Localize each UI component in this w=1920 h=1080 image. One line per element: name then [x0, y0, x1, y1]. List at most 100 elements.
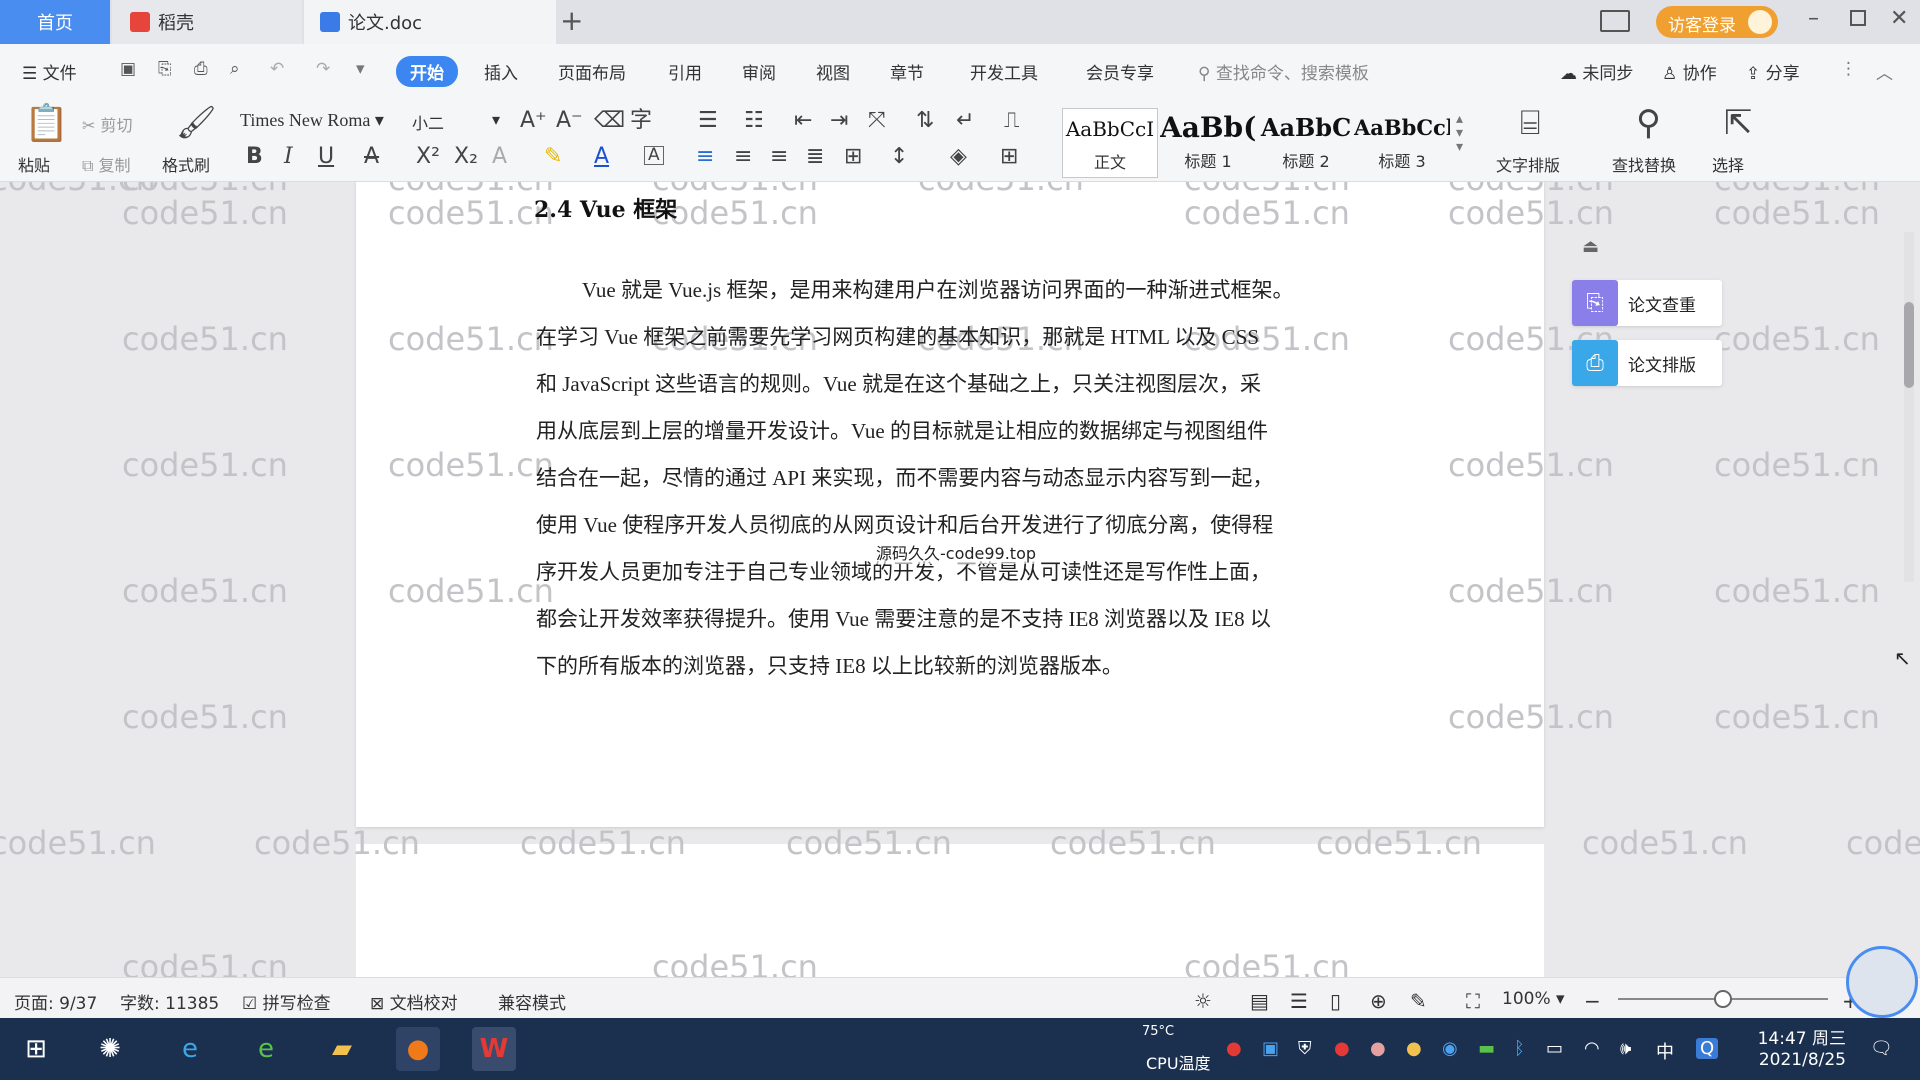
- style-heading-3[interactable]: AaBbCcl 标题 3: [1354, 108, 1450, 178]
- paper-layout-button[interactable]: ⎙ 论文排版: [1572, 340, 1722, 386]
- menu-dev-tools[interactable]: 开发工具: [970, 59, 1038, 84]
- clock-date[interactable]: 2021/8/25: [1746, 1050, 1846, 1070]
- scrollbar-track[interactable]: [1904, 232, 1914, 582]
- tray-app-icon[interactable]: ●: [1334, 1038, 1350, 1059]
- page-counter[interactable]: 页面: 9/37: [14, 989, 97, 1014]
- paragraph-line[interactable]: 和 JavaScript 这些语言的规则。Vue 就是在这个基础之上，只关注视图…: [536, 368, 1366, 398]
- tab-home[interactable]: 首页: [0, 0, 110, 44]
- eye-protection-icon[interactable]: ☼: [1194, 989, 1212, 1013]
- paragraph-line[interactable]: 使用 Vue 使程序开发人员彻底的从网页设计和后台开发进行了彻底分离，使得程: [536, 509, 1366, 539]
- page-view-icon[interactable]: ▤: [1250, 989, 1269, 1013]
- font-size-select[interactable]: 小二 ▾: [412, 110, 504, 134]
- paragraph-line[interactable]: 用从底层到上层的增量开发设计。Vue 的目标就是让相应的数据绑定与视图组件: [536, 415, 1366, 445]
- zoom-slider-knob[interactable]: [1714, 990, 1732, 1008]
- bullet-list-icon[interactable]: ☰: [698, 110, 718, 132]
- customize-toolbar-icon[interactable]: ▾: [356, 59, 365, 79]
- shading-icon[interactable]: ◈: [950, 146, 967, 168]
- numbered-list-icon[interactable]: ☷: [744, 110, 764, 132]
- print-preview-icon[interactable]: ⌕: [230, 59, 240, 79]
- section-heading[interactable]: 2.4 Vue 框架: [534, 192, 677, 224]
- web-view-icon[interactable]: ⊕: [1370, 989, 1387, 1013]
- tab-stops-icon[interactable]: ⎍: [1004, 110, 1019, 132]
- text-effect-icon[interactable]: A: [492, 146, 507, 168]
- layout-toggle-icon[interactable]: [1600, 10, 1630, 32]
- paper-check-button[interactable]: ⎘ 论文查重: [1572, 280, 1722, 326]
- paragraph-line[interactable]: 结合在一起，尽情的通过 API 来实现，而不需要内容与动态显示内容写到一起，: [536, 462, 1366, 492]
- tray-app-icon[interactable]: ●: [1226, 1038, 1242, 1059]
- more-icon[interactable]: ⋮: [1840, 59, 1857, 79]
- superscript-icon[interactable]: X²: [416, 146, 440, 168]
- align-center-icon[interactable]: ≡: [734, 146, 752, 168]
- collapse-ribbon-icon[interactable]: ︿: [1876, 59, 1893, 84]
- file-explorer-icon[interactable]: ▰: [320, 1027, 364, 1071]
- menu-page-layout[interactable]: 页面布局: [558, 59, 626, 84]
- minimize-icon[interactable]: –: [1808, 6, 1819, 31]
- styles-scroll-icon[interactable]: ▴ ▾ ▾: [1456, 112, 1463, 154]
- align-right-icon[interactable]: ≡: [770, 146, 788, 168]
- pinyin-icon[interactable]: 字: [630, 110, 652, 132]
- cut-button[interactable]: ✂ 剪切: [82, 112, 133, 136]
- new-tab-button[interactable]: +: [560, 4, 583, 37]
- file-menu[interactable]: ☰ 文件: [22, 59, 77, 84]
- borders-icon[interactable]: ⊞: [1000, 146, 1018, 168]
- clock-time[interactable]: 14:47 周三: [1748, 1024, 1846, 1049]
- next-document-page[interactable]: [356, 844, 1544, 977]
- find-replace-label[interactable]: 查找替换: [1612, 152, 1676, 176]
- sync-button[interactable]: ☁ 未同步: [1560, 59, 1633, 84]
- style-heading-1[interactable]: AaBb( 标题 1: [1160, 108, 1256, 178]
- style-normal[interactable]: AaBbCcI 正文: [1062, 108, 1158, 178]
- windows-start-icon[interactable]: ⊞: [14, 1027, 58, 1071]
- zoom-select[interactable]: 100% ▾: [1502, 989, 1565, 1009]
- strikethrough-icon[interactable]: A: [364, 146, 379, 168]
- bluetooth-icon[interactable]: ᛒ: [1514, 1038, 1525, 1059]
- grow-font-icon[interactable]: A⁺: [520, 110, 547, 132]
- tray-app-icon[interactable]: ◉: [1442, 1038, 1458, 1059]
- assistant-icon[interactable]: [1846, 946, 1918, 1018]
- app-pinwheel-icon[interactable]: ✺: [88, 1027, 132, 1071]
- print-icon[interactable]: ⎙: [194, 59, 208, 79]
- paste-icon[interactable]: 📋: [24, 106, 69, 142]
- select-cursor-icon[interactable]: ⇱: [1724, 106, 1753, 140]
- command-search[interactable]: ⚲ 查找命令、搜索模板: [1198, 59, 1369, 84]
- reading-view-icon[interactable]: ▯: [1330, 989, 1341, 1013]
- paragraph-line[interactable]: 在学习 Vue 框架之前需要先学习网页构建的基本知识，那就是 HTML 以及 C…: [536, 321, 1366, 351]
- share-button[interactable]: ⇪ 分享: [1746, 59, 1800, 84]
- input-method[interactable]: 中: [1656, 1038, 1674, 1064]
- line-spacing-icon[interactable]: ↕: [890, 146, 908, 168]
- font-name-select[interactable]: Times New Roma ▾: [240, 110, 408, 131]
- tray-app-icon[interactable]: ▣: [1262, 1038, 1279, 1059]
- subscript-icon[interactable]: X₂: [454, 146, 478, 168]
- menu-chapter[interactable]: 章节: [890, 59, 924, 84]
- proofread-button[interactable]: ⊠ 文档校对: [370, 989, 458, 1014]
- 360-browser-icon[interactable]: e: [244, 1027, 288, 1071]
- save-icon[interactable]: ▣: [120, 59, 136, 79]
- decrease-indent-icon[interactable]: ⇤: [794, 110, 812, 132]
- zoom-out-icon[interactable]: −: [1584, 989, 1601, 1013]
- volume-icon[interactable]: 🕪: [1620, 1038, 1631, 1059]
- paragraph-line[interactable]: Vue 就是 Vue.js 框架，是用来构建用户在浏览器访问界面的一种渐进式框架…: [582, 274, 1372, 304]
- redo-icon[interactable]: ↷: [316, 59, 330, 79]
- wifi-icon[interactable]: ◠: [1584, 1038, 1600, 1059]
- menu-insert[interactable]: 插入: [484, 59, 518, 84]
- collab-button[interactable]: ♙ 协作: [1662, 59, 1717, 84]
- collapse-panel-icon[interactable]: ⏏: [1582, 236, 1599, 257]
- shrink-font-icon[interactable]: A⁻: [556, 110, 583, 132]
- bold-icon[interactable]: B: [246, 146, 263, 168]
- format-painter-icon[interactable]: 🖌: [176, 106, 217, 138]
- scrollbar-thumb[interactable]: [1904, 302, 1914, 388]
- char-border-icon[interactable]: A: [644, 146, 664, 165]
- menu-view[interactable]: 视图: [816, 59, 850, 84]
- show-marks-icon[interactable]: ↵: [956, 110, 974, 132]
- tray-shield-icon[interactable]: ⛨: [1298, 1038, 1312, 1059]
- style-heading-2[interactable]: AaBbC 标题 2: [1258, 108, 1354, 178]
- paragraph-line[interactable]: 下的所有版本的浏览器，只支持 IE8 以上比较新的浏览器版本。: [536, 650, 1366, 680]
- underline-icon[interactable]: U: [318, 146, 334, 168]
- restore-icon[interactable]: [1850, 10, 1866, 26]
- app-orange-icon[interactable]: ●: [396, 1027, 440, 1071]
- export-icon[interactable]: ⎘: [158, 59, 172, 79]
- select-label[interactable]: 选择: [1712, 152, 1744, 176]
- clear-format-icon[interactable]: ⌫: [594, 110, 625, 132]
- write-mode-icon[interactable]: ✎: [1410, 989, 1427, 1013]
- login-button[interactable]: 访客登录: [1656, 6, 1778, 38]
- close-icon[interactable]: ✕: [1890, 6, 1908, 31]
